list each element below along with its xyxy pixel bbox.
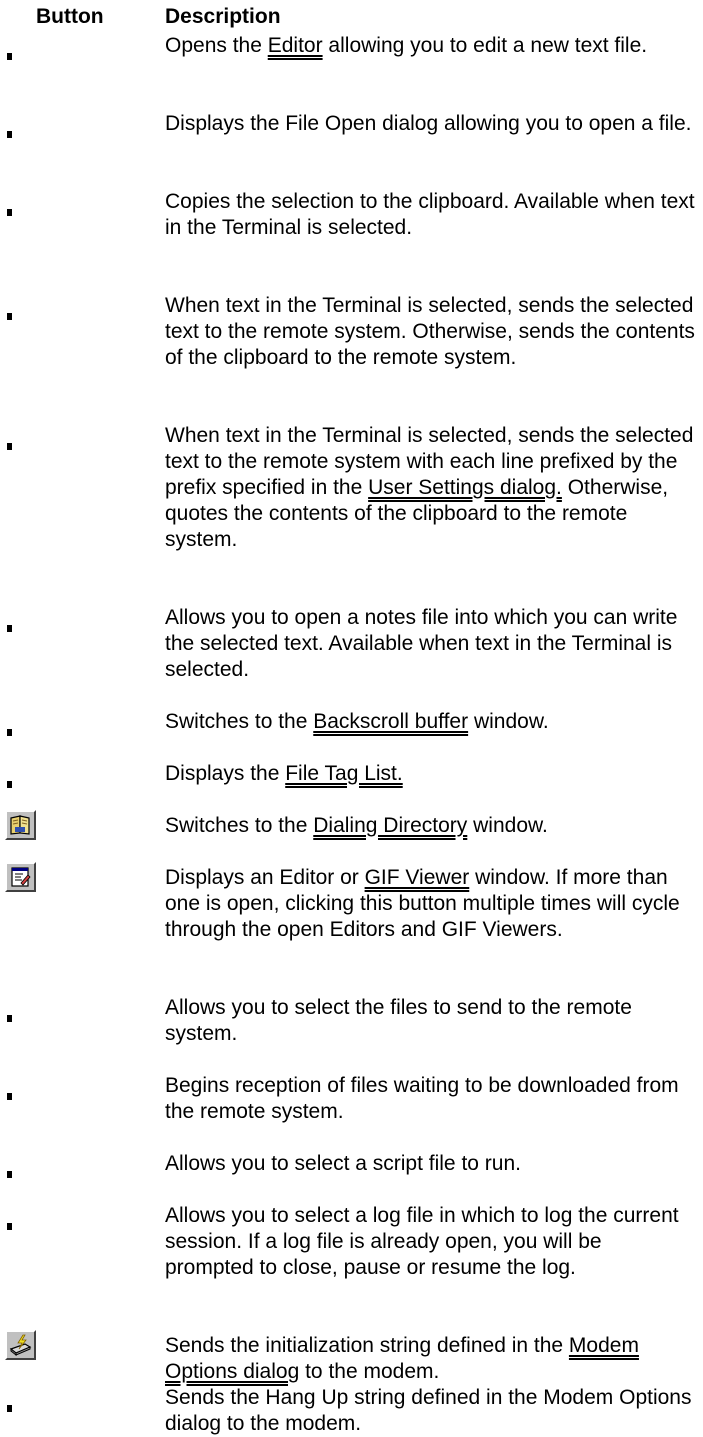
description-text: Allows you to select a script file to ru… [165,1152,521,1175]
row-description: When text in the Terminal is selected, s… [165,423,695,553]
help-link[interactable]: Editor [268,34,323,57]
help-link[interactable]: File Tag List. [285,762,403,785]
editor-window-icon[interactable] [5,862,36,892]
help-link[interactable]: GIF Viewer [365,866,470,889]
description-text: Switches to the [165,814,314,837]
bullet-icon [7,1223,12,1230]
description-text: Begins reception of files waiting to be … [165,1074,679,1123]
row-description: Copies the selection to the clipboard. A… [165,189,695,241]
bullet-icon [7,729,12,736]
row-description: Sends the initialization string defined … [165,1333,695,1385]
row-description: When text in the Terminal is selected, s… [165,293,695,371]
bullet-icon [7,209,12,216]
description-text: Sends the initialization string defined … [165,1334,569,1357]
description-text: Sends the Hang Up string defined in the … [165,1386,692,1435]
row-description: Opens the Editor allowing you to edit a … [165,33,695,59]
description-text: Switches to the [165,710,314,733]
description-text: Displays the [165,762,286,785]
bullet-icon [7,131,12,138]
row-description: Allows you to select a log file in which… [165,1203,695,1281]
column-header-button: Button [36,5,104,28]
description-text: Copies the selection to the clipboard. A… [165,190,695,239]
bullet-icon [7,1405,12,1412]
description-text: to the modem. [299,1360,440,1383]
modem-init-icon[interactable] [5,1330,36,1360]
description-text: Displays the File Open dialog allowing y… [165,112,692,135]
description-text: Allows you to select a log file in which… [165,1204,679,1279]
row-description: Begins reception of files waiting to be … [165,1073,695,1125]
help-link[interactable]: Dialing Directory [313,814,467,837]
row-description: Sends the Hang Up string defined in the … [165,1385,695,1437]
help-link[interactable]: User Settings dialog. [368,476,562,499]
bullet-icon [7,1093,12,1100]
row-description: Allows you to select a script file to ru… [165,1151,695,1177]
description-text: Allows you to select the files to send t… [165,996,632,1045]
dialing-directory-icon[interactable] [5,810,36,840]
row-description: Displays the File Open dialog allowing y… [165,111,695,137]
bullet-icon [7,443,12,450]
bullet-icon [7,313,12,320]
description-text: Allows you to open a notes file into whi… [165,606,678,681]
row-description: Displays the File Tag List. [165,761,695,787]
toolbar-help-page: Button Description Opens the Editor allo… [0,0,703,1435]
description-text: Opens the [165,34,268,57]
help-link[interactable]: Backscroll buffer [313,710,468,733]
bullet-icon [7,53,12,60]
description-text: window. [467,814,548,837]
row-description: Displays an Editor or GIF Viewer window.… [165,865,695,943]
bullet-icon [7,625,12,632]
row-description: Allows you to select the files to send t… [165,995,695,1047]
bullet-icon [7,1015,12,1022]
row-description: Switches to the Backscroll buffer window… [165,709,695,735]
row-description: Switches to the Dialing Directory window… [165,813,695,839]
bullet-icon [7,1171,12,1178]
description-text: When text in the Terminal is selected, s… [165,294,695,369]
description-text: Displays an Editor or [165,866,365,889]
bullet-icon [7,781,12,788]
description-text: allowing you to edit a new text file. [322,34,648,57]
row-description: Allows you to open a notes file into whi… [165,605,695,683]
column-header-description: Description [165,5,281,28]
description-text: window. [468,710,549,733]
